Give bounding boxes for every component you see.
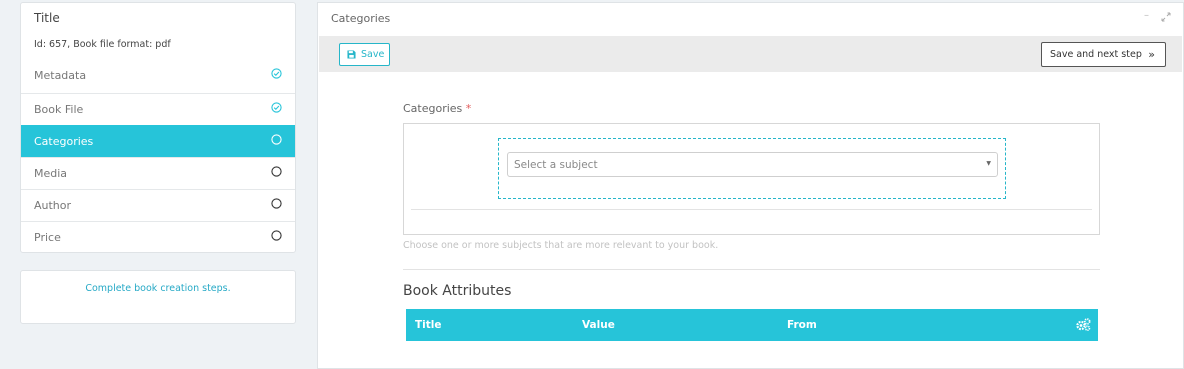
categories-label: Categories [403, 102, 463, 115]
save-button[interactable]: Save [339, 43, 390, 66]
categories-help-text: Choose one or more subjects that are mor… [403, 240, 719, 251]
check-circle-icon [271, 68, 282, 79]
categories-box: Select a subject ▼ [403, 123, 1100, 235]
toolbar: Save Save and next step » [319, 36, 1182, 72]
column-value: Value [582, 319, 615, 331]
panel-title: Categories [331, 12, 391, 25]
circle-icon [271, 134, 282, 145]
double-chevron-right-icon: » [1148, 48, 1155, 61]
step-label: Metadata [34, 69, 87, 82]
subject-dropzone: Select a subject ▼ [498, 138, 1006, 199]
circle-icon [271, 230, 282, 241]
categories-field-label: Categories * [403, 102, 471, 115]
divider [403, 269, 1100, 270]
floppy-disk-icon [347, 50, 356, 59]
minimize-icon[interactable]: – [1144, 10, 1149, 21]
step-label: Categories [34, 135, 94, 148]
subject-select[interactable]: Select a subject ▼ [507, 152, 998, 177]
attributes-table-header: Title Value From [406, 309, 1098, 341]
step-book-file[interactable]: Book File [21, 93, 295, 125]
step-categories[interactable]: Categories [21, 125, 295, 157]
save-and-next-button[interactable]: Save and next step » [1041, 42, 1166, 67]
expand-icon[interactable] [1161, 12, 1171, 22]
save-and-next-label: Save and next step [1050, 49, 1142, 60]
book-steps-panel: Title Id: 657, Book file format: pdf Met… [20, 2, 296, 253]
divider [411, 209, 1092, 210]
step-author[interactable]: Author [21, 189, 295, 221]
subject-select-placeholder: Select a subject [514, 159, 598, 171]
step-metadata[interactable]: Metadata [21, 60, 295, 93]
save-label: Save [361, 49, 385, 60]
book-info: Id: 657, Book file format: pdf [34, 39, 171, 50]
book-attributes-title: Book Attributes [403, 283, 512, 299]
column-title: Title [415, 319, 442, 331]
step-media[interactable]: Media [21, 157, 295, 189]
steps-note-card: Complete book creation steps. [20, 270, 296, 324]
categories-panel: Categories – Save Save and next step » C… [317, 2, 1184, 369]
caret-down-icon: ▼ [986, 160, 991, 167]
step-price[interactable]: Price [21, 221, 295, 253]
step-label: Price [34, 231, 61, 244]
circle-icon [271, 198, 282, 209]
check-circle-icon [271, 102, 282, 113]
column-from: From [787, 319, 817, 331]
step-label: Author [34, 199, 72, 212]
steps-note: Complete book creation steps. [85, 283, 231, 294]
gears-icon[interactable] [1076, 318, 1091, 331]
circle-icon [271, 166, 282, 177]
step-label: Book File [34, 103, 84, 116]
book-title: Title [34, 11, 60, 25]
steps-list: Metadata Book File Categories Media Auth… [21, 60, 295, 253]
required-mark: * [465, 102, 472, 115]
step-label: Media [34, 167, 68, 180]
